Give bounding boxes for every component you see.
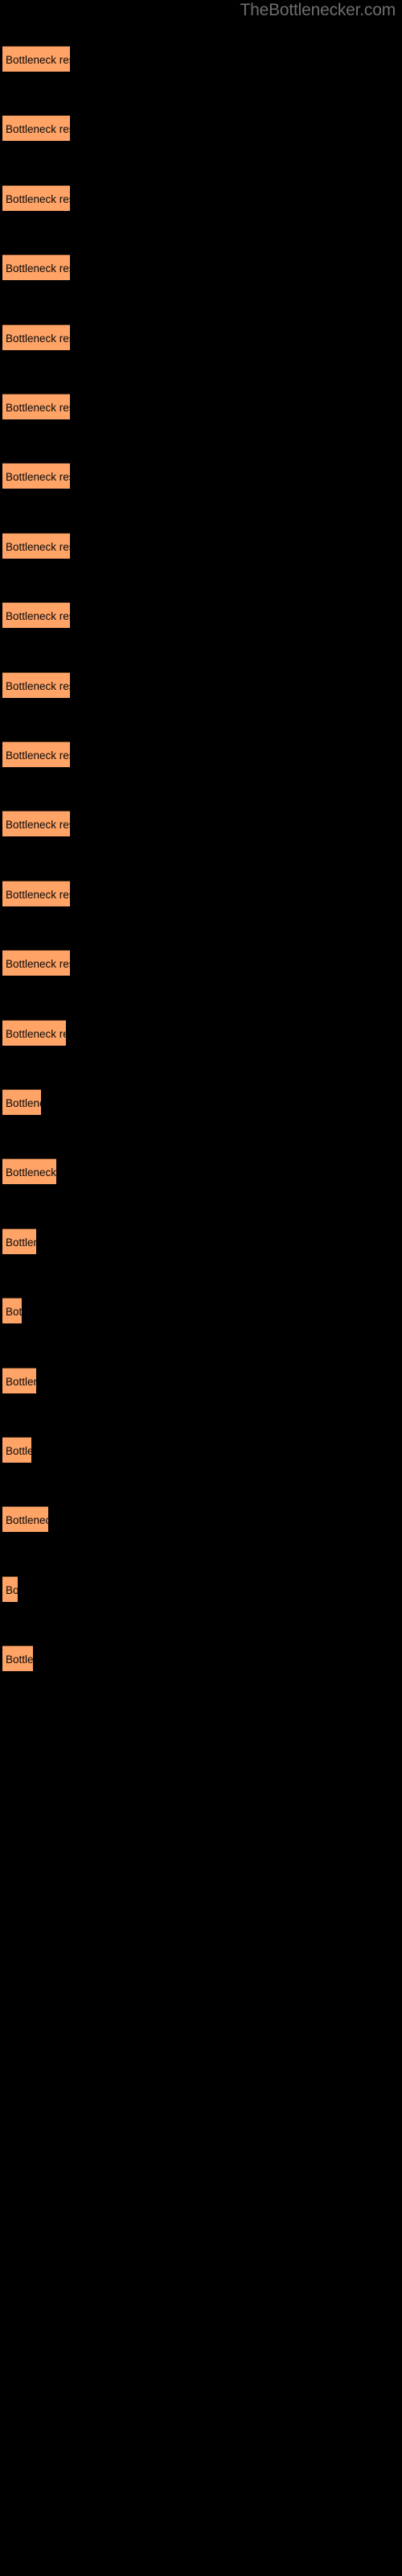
bar-bottleneck-result[interactable]: Bottleneck result: [2, 1367, 36, 1393]
bar-bottleneck-result[interactable]: Bottleneck result: [2, 1575, 18, 1602]
bar-label: Bottleneck result: [6, 471, 70, 484]
bar-row: Bottleneck result: [0, 184, 402, 211]
bar-bottleneck-result[interactable]: Bottleneck result: [2, 1019, 66, 1046]
bar-label: Bottleneck result: [6, 1583, 18, 1596]
bar-label: Bottleneck result: [6, 402, 70, 414]
bar-row: Bottleneck result: [0, 254, 402, 281]
bar-bottleneck-result[interactable]: Bottleneck result: [2, 1158, 56, 1185]
bar-bottleneck-result[interactable]: Bottleneck result: [2, 184, 70, 211]
bottleneck-bar-chart: Bottleneck result Bottleneck result Bottle…: [0, 0, 402, 2576]
bar-row: Bottleneck result: [0, 811, 402, 837]
bar-row: Bottleneck result: [0, 1575, 402, 1602]
bar-bottleneck-result[interactable]: Bottleneck result: [2, 950, 70, 976]
bar-bottleneck-result[interactable]: Bottleneck result: [2, 1437, 31, 1463]
bar-label: Bottleneck result: [6, 1653, 33, 1666]
bar-bottleneck-result[interactable]: Bottleneck result: [2, 1506, 48, 1533]
bar-row: Bottleneck result: [0, 1437, 402, 1463]
bar-label: Bottleneck result: [6, 819, 70, 832]
bar-label: Bottleneck result: [6, 610, 70, 623]
bar-row: Bottleneck result: [0, 394, 402, 419]
bar-row: Bottleneck result: [0, 1158, 402, 1185]
bar-label: Bottleneck result: [6, 679, 70, 692]
bar-label: Bottleneck result: [6, 332, 70, 345]
bar-bottleneck-result[interactable]: Bottleneck result: [2, 324, 70, 350]
bar-bottleneck-result[interactable]: Bottleneck result: [2, 115, 70, 142]
bar-label: Bottleneck result: [6, 1236, 36, 1249]
bar-label: Bottleneck result: [6, 1166, 56, 1179]
bar-bottleneck-result[interactable]: Bottleneck result: [2, 602, 70, 629]
bar-bottleneck-result[interactable]: Bottleneck result: [2, 880, 70, 906]
bar-label: Bottleneck result: [6, 123, 70, 136]
bar-row: Bottleneck result: [0, 1367, 402, 1393]
bar-label: Bottleneck result: [6, 192, 70, 205]
bar-bottleneck-result[interactable]: Bottleneck result: [2, 1228, 36, 1254]
bar-row: Bottleneck result: [0, 324, 402, 350]
bar-label: Bottleneck result: [6, 540, 70, 553]
bar-label: Bottleneck result: [6, 1027, 66, 1040]
bar-label: Bottleneck result: [6, 1445, 31, 1457]
bar-row: Bottleneck result: [0, 1228, 402, 1254]
bar-label: Bottleneck result: [6, 958, 70, 971]
bar-row: Bottleneck result: [0, 950, 402, 976]
bar-bottleneck-result[interactable]: Bottleneck result: [2, 46, 70, 72]
bar-row: Bottleneck result: [0, 741, 402, 767]
bar-label: Bottleneck result: [6, 1306, 22, 1319]
bar-bottleneck-result[interactable]: Bottleneck result: [2, 394, 70, 419]
bar-row: Bottleneck result: [0, 46, 402, 72]
bar-label: Bottleneck result: [6, 1375, 36, 1388]
bar-bottleneck-result[interactable]: Bottleneck result: [2, 1645, 33, 1672]
bar-bottleneck-result[interactable]: Bottleneck result: [2, 1089, 41, 1115]
bar-label: Bottleneck result: [6, 54, 70, 66]
bar-bottleneck-result[interactable]: Bottleneck result: [2, 532, 70, 559]
bar-row: Bottleneck result: [0, 671, 402, 698]
bar-label: Bottleneck result: [6, 749, 70, 762]
bar-row: Bottleneck result: [0, 1298, 402, 1324]
bar-row: Bottleneck result: [0, 532, 402, 559]
bar-bottleneck-result[interactable]: Bottleneck result: [2, 741, 70, 767]
bar-bottleneck-result[interactable]: Bottleneck result: [2, 1298, 22, 1324]
bar-row: Bottleneck result: [0, 1089, 402, 1115]
bar-row: Bottleneck result: [0, 1019, 402, 1046]
bar-bottleneck-result[interactable]: Bottleneck result: [2, 811, 70, 837]
bar-bottleneck-result[interactable]: Bottleneck result: [2, 463, 70, 489]
bar-label: Bottleneck result: [6, 888, 70, 901]
bar-row: Bottleneck result: [0, 880, 402, 906]
bar-row: Bottleneck result: [0, 115, 402, 142]
bar-label: Bottleneck result: [6, 262, 70, 275]
bar-row: Bottleneck result: [0, 1506, 402, 1533]
bar-row: Bottleneck result: [0, 463, 402, 489]
bar-row: Bottleneck result: [0, 602, 402, 629]
bar-label: Bottleneck result: [6, 1097, 41, 1109]
bar-bottleneck-result[interactable]: Bottleneck result: [2, 254, 70, 281]
bar-bottleneck-result[interactable]: Bottleneck result: [2, 671, 70, 698]
bar-label: Bottleneck result: [6, 1514, 48, 1527]
bar-row: Bottleneck result: [0, 1645, 402, 1672]
